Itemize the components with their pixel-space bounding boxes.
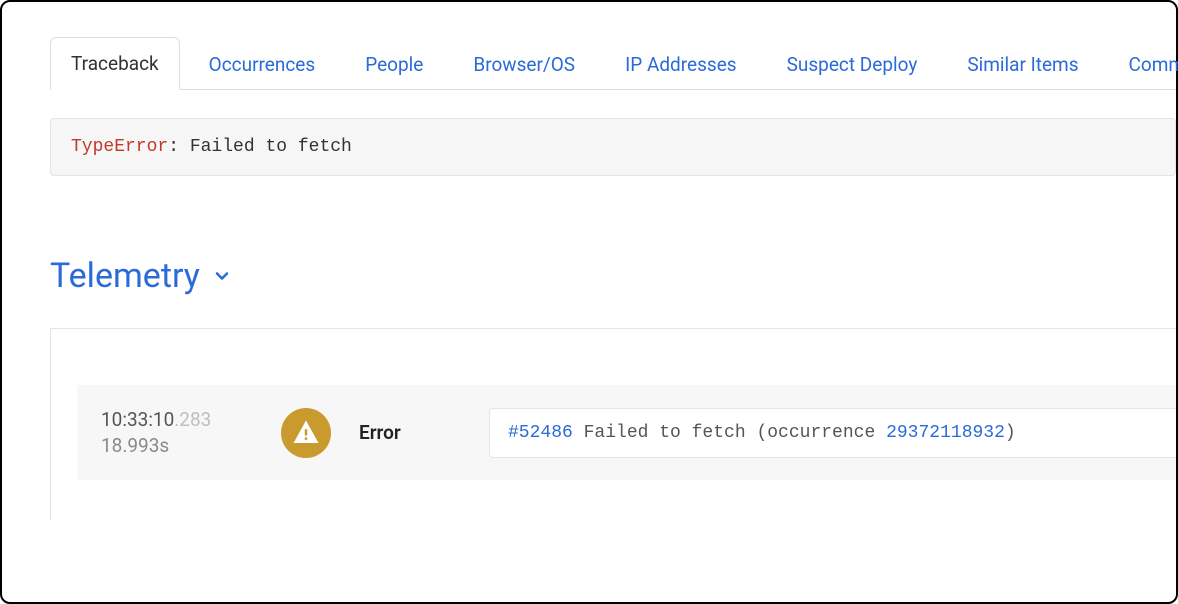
tab-similar-items[interactable]: Similar Items xyxy=(946,38,1099,90)
telemetry-time: 10:33:10.283 18.993s xyxy=(101,407,281,458)
error-summary-box: TypeError: Failed to fetch xyxy=(50,118,1176,176)
tab-suspect-deploy[interactable]: Suspect Deploy xyxy=(766,38,939,90)
telemetry-event-message: #52486 Failed to fetch (occurrence 29372… xyxy=(489,408,1176,458)
telemetry-panel: 10:33:10.283 18.993s Error #52486 Failed… xyxy=(50,328,1176,520)
chevron-down-icon xyxy=(212,266,232,286)
telemetry-heading-label: Telemetry xyxy=(50,256,200,296)
tab-community[interactable]: Community xyxy=(1108,38,1178,90)
telemetry-event-type: Error xyxy=(359,421,469,444)
tab-traceback[interactable]: Traceback xyxy=(50,37,180,90)
telemetry-time-ms: .283 xyxy=(174,408,211,431)
telemetry-occurrence-link[interactable]: 29372118932 xyxy=(886,423,1005,443)
error-type: TypeError xyxy=(71,137,168,157)
telemetry-heading[interactable]: Telemetry xyxy=(50,256,1176,296)
telemetry-duration: 18.993s xyxy=(101,433,281,459)
tab-ip-addresses[interactable]: IP Addresses xyxy=(604,38,758,90)
telemetry-event-id-link[interactable]: #52486 xyxy=(508,423,573,443)
telemetry-event-row: 10:33:10.283 18.993s Error #52486 Failed… xyxy=(77,385,1176,480)
tabs-bar: Traceback Occurrences People Browser/OS … xyxy=(50,36,1176,90)
tab-occurrences[interactable]: Occurrences xyxy=(188,38,337,90)
tab-people[interactable]: People xyxy=(344,38,444,90)
telemetry-time-main: 10:33:10 xyxy=(101,408,174,431)
error-separator: : xyxy=(168,137,190,157)
telemetry-event-text-2: ) xyxy=(1005,423,1016,443)
error-message: Failed to fetch xyxy=(190,137,352,157)
telemetry-event-text-1: Failed to fetch (occurrence xyxy=(573,423,886,443)
warning-icon xyxy=(281,408,331,458)
tab-browser-os[interactable]: Browser/OS xyxy=(452,38,596,90)
